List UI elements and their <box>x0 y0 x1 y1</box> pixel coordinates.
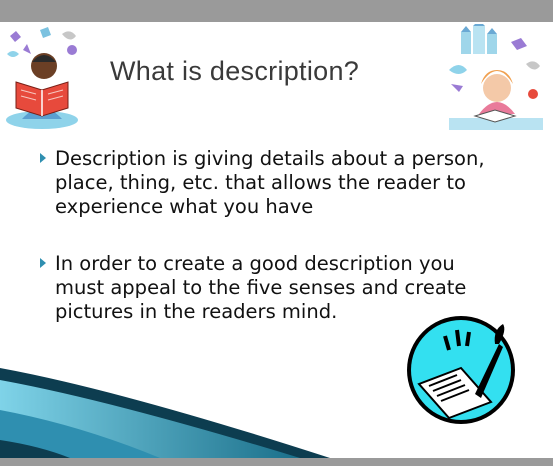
bullet-list: Description is giving details about a pe… <box>40 147 490 324</box>
bullet-text: In order to create a good description yo… <box>55 252 467 323</box>
reading-boy-clipart <box>6 27 78 129</box>
writing-paper-quill-clipart <box>407 316 515 424</box>
presentation-slide: What is description? Description is givi… <box>0 22 553 458</box>
dreaming-girl-clipart <box>449 24 543 130</box>
slide-title: What is description? <box>110 56 360 86</box>
bullet-text: Description is giving details about a pe… <box>55 147 485 218</box>
decorative-swoosh <box>0 368 330 458</box>
triangle-right-icon <box>40 153 46 163</box>
bullet-item: Description is giving details about a pe… <box>40 147 490 219</box>
window-frame-bottom <box>0 458 553 466</box>
window-frame-top <box>0 0 553 22</box>
triangle-right-icon <box>40 258 46 268</box>
